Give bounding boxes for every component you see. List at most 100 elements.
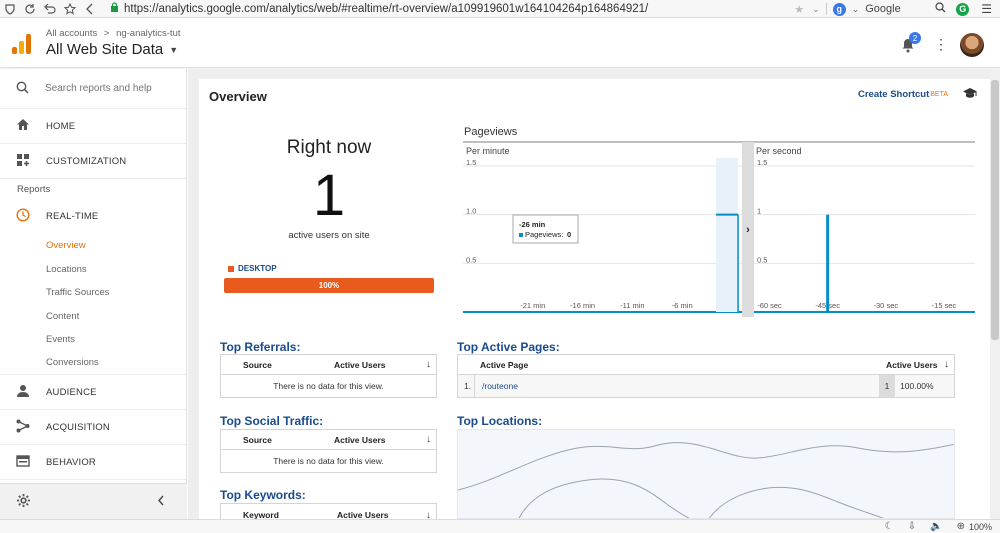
zoom-icon[interactable]: ⊕ — [957, 521, 965, 532]
night-mode-icon[interactable]: ☾ — [885, 521, 894, 532]
caret-down-icon: ▼ — [169, 44, 179, 55]
avatar[interactable] — [960, 33, 984, 57]
browser-search-icon[interactable] — [935, 2, 946, 16]
sidebar-item-realtime[interactable]: REAL-TIME — [0, 199, 186, 234]
top-keywords-table: Keyword Active Users ↓ — [220, 503, 437, 519]
back-icon[interactable] — [80, 0, 100, 18]
extension-badge-icon[interactable]: G — [956, 2, 970, 16]
sidebar-subitem-overview[interactable]: Overview — [0, 234, 186, 258]
sidebar-subitem-traffic-sources[interactable]: Traffic Sources — [0, 281, 186, 305]
sidebar-item-customization[interactable]: CUSTOMIZATION — [0, 144, 186, 179]
page-title: Overview — [209, 89, 267, 104]
favorite-star-icon[interactable]: ★ — [794, 3, 804, 16]
col-source[interactable]: Source — [243, 435, 272, 445]
address-bar[interactable]: https://analytics.google.com/analytics/w… — [110, 1, 730, 17]
table-row[interactable]: 1. /routeone 1 100.00% — [458, 375, 954, 397]
sidebar-item-behavior[interactable]: BEHAVIOR — [0, 445, 186, 480]
locations-map[interactable] — [457, 429, 955, 519]
top-referrals-title: Top Referrals: — [220, 340, 301, 354]
tooltip-swatch — [519, 233, 523, 237]
sidebar-item-label: AUDIENCE — [46, 386, 97, 398]
device-label: DESKTOP — [238, 264, 277, 273]
page-scrollbar-thumb[interactable] — [991, 80, 999, 340]
x-tick-label: -60 sec — [757, 301, 782, 310]
search-engine-label[interactable]: Google — [865, 3, 935, 15]
menu-hamburger-icon[interactable]: ☰ — [981, 2, 992, 16]
acquisition-icon — [16, 419, 30, 436]
beta-badge: BETA — [930, 91, 949, 98]
empty-message: There is no data for this view. — [273, 456, 384, 466]
create-shortcut-button[interactable]: Create Shortcut BETA — [858, 87, 978, 102]
col-active-users[interactable]: Active Users — [337, 510, 389, 519]
table-header: Source Active Users ↓ — [221, 430, 436, 450]
top-social-title: Top Social Traffic: — [220, 414, 324, 428]
breadcrumb-root[interactable]: All accounts — [46, 28, 97, 39]
graduation-cap-icon[interactable] — [962, 87, 978, 102]
sidebar-search[interactable] — [0, 69, 186, 109]
top-social-table: Source Active Users ↓ There is no data f… — [220, 429, 437, 473]
chart-title-per-second: Per second — [756, 146, 802, 156]
browser-statusbar: ☾ ⇩ 🔈 ⊕ 100% — [0, 519, 1000, 533]
search-input[interactable] — [45, 83, 165, 94]
person-icon — [16, 384, 30, 401]
search-engine-chevron-icon[interactable]: ⌄ — [852, 4, 860, 15]
sidebar-subitem-content[interactable]: Content — [0, 305, 186, 329]
bookmark-star-icon[interactable] — [60, 0, 80, 18]
volume-icon[interactable]: 🔈 — [930, 521, 942, 532]
col-active-users[interactable]: Active Users — [886, 360, 938, 370]
dropdown-chevron-icon[interactable]: ⌄ — [812, 4, 820, 15]
table-header: Active Page Active Users ↓ — [458, 355, 954, 375]
sidebar-item-acquisition[interactable]: ACQUISITION — [0, 410, 186, 445]
chart-expand-icon[interactable]: › — [746, 224, 750, 236]
zoom-level[interactable]: 100% — [969, 522, 992, 532]
map-outline — [458, 442, 954, 518]
chart-bar[interactable] — [826, 214, 830, 312]
sidebar-subitem-locations[interactable]: Locations — [0, 258, 186, 282]
chart-tooltip: -26 min Pageviews: 0 — [512, 214, 579, 244]
property-selector[interactable]: All Web Site Data ▼ — [46, 41, 178, 58]
sort-down-icon[interactable]: ↓ — [426, 434, 431, 445]
y-tick-label: 1.5 — [466, 158, 476, 167]
col-active-users[interactable]: Active Users — [334, 360, 386, 370]
reload-icon[interactable] — [20, 0, 40, 18]
profile-badge-icon[interactable]: g — [832, 2, 846, 16]
sidebar-subitem-events[interactable]: Events — [0, 328, 186, 352]
analytics-logo-icon[interactable] — [12, 34, 32, 54]
sort-down-icon[interactable]: ↓ — [426, 359, 431, 370]
download-icon[interactable]: ⇩ — [908, 521, 916, 532]
active-users-count: 1 — [312, 163, 346, 228]
analytics-header: All accounts > ng-analytics-tut All Web … — [0, 19, 1000, 68]
top-active-pages-title: Top Active Pages: — [457, 340, 560, 354]
breadcrumb[interactable]: All accounts > ng-analytics-tut — [46, 28, 181, 39]
sort-down-icon[interactable]: ↓ — [426, 510, 431, 519]
y-tick-label: 1.5 — [757, 158, 767, 167]
col-active-users[interactable]: Active Users — [334, 435, 386, 445]
device-percent-bar: 100% — [224, 278, 434, 293]
x-tick-label: -21 min — [520, 301, 545, 310]
col-active-page[interactable]: Active Page — [480, 360, 528, 370]
settings-gear-icon[interactable] — [16, 493, 31, 511]
browser-shield-icon[interactable] — [0, 0, 20, 18]
sidebar-item-home[interactable]: HOME — [0, 109, 186, 144]
sidebar: HOME CUSTOMIZATION Reports REAL-TIME Ove… — [0, 69, 187, 519]
top-referrals-table: Source Active Users ↓ There is no data f… — [220, 354, 437, 398]
breadcrumb-account[interactable]: ng-analytics-tut — [116, 28, 180, 39]
col-keyword[interactable]: Keyword — [243, 510, 279, 519]
sidebar-item-audience[interactable]: AUDIENCE — [0, 375, 186, 410]
more-vert-icon[interactable]: ⋮ — [934, 36, 948, 53]
row-page-link[interactable]: /routeone — [482, 381, 518, 391]
pageviews-title: Pageviews — [464, 126, 518, 138]
table-header: Source Active Users ↓ — [221, 355, 436, 375]
sort-down-icon[interactable]: ↓ — [944, 359, 949, 370]
x-tick-label: -30 sec — [874, 301, 899, 310]
undo-icon[interactable] — [40, 0, 60, 18]
sidebar-subitem-conversions[interactable]: Conversions — [0, 352, 186, 375]
home-icon — [16, 118, 30, 134]
tooltip-time: -26 min — [519, 220, 546, 229]
col-source[interactable]: Source — [243, 360, 272, 370]
table-header: Keyword Active Users ↓ — [221, 504, 436, 519]
y-tick-label: 1.0 — [466, 207, 476, 216]
row-percent: 100.00% — [900, 381, 934, 391]
tooltip-value: 0 — [567, 230, 571, 239]
collapse-sidebar-icon[interactable] — [157, 495, 165, 509]
